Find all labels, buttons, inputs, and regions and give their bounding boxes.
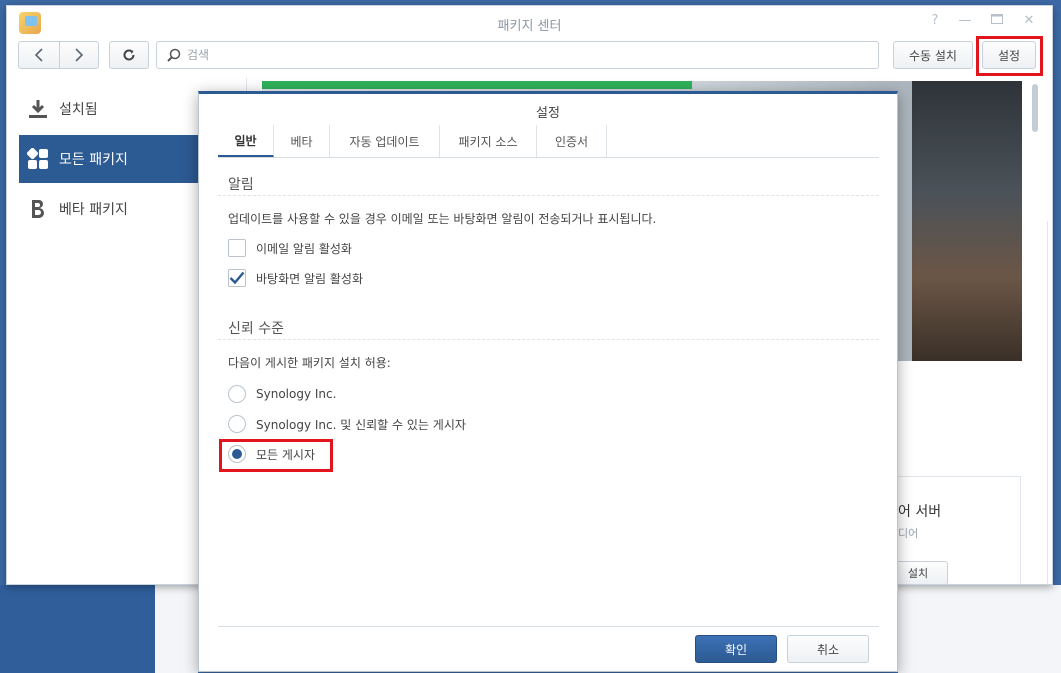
tab-auto-update[interactable]: 자동 업데이트 xyxy=(330,125,440,157)
tab-beta[interactable]: 베타 xyxy=(274,125,330,157)
settings-tabs: 일반 베타 자동 업데이트 패키지 소스 인증서 xyxy=(218,125,879,158)
sidebar-item-label: 설치됨 xyxy=(59,102,98,118)
trust-level-description: 다음이 게시한 패키지 설치 허용: xyxy=(228,356,391,370)
maximize-icon[interactable] xyxy=(989,13,1005,29)
download-icon xyxy=(27,98,49,120)
minimize-icon[interactable]: — xyxy=(957,13,973,29)
trust-synology-radio[interactable] xyxy=(228,385,246,403)
scrollbar[interactable] xyxy=(1032,84,1038,132)
footer-divider xyxy=(218,626,879,627)
search-input[interactable] xyxy=(187,48,847,62)
package-card[interactable]: 어 서버 디어 설치 xyxy=(887,476,1021,584)
package-card-title: 어 서버 xyxy=(898,504,942,520)
forward-button[interactable] xyxy=(58,42,99,68)
sidebar-item-label: 모든 패키지 xyxy=(59,152,128,168)
navigation-group xyxy=(18,41,99,69)
highlight-box-any-publisher xyxy=(219,439,333,472)
chevron-left-icon xyxy=(34,48,43,62)
chevron-right-icon xyxy=(75,48,83,62)
beta-icon xyxy=(27,198,49,220)
email-notification-checkbox[interactable] xyxy=(228,239,246,257)
desktop-background xyxy=(0,585,155,673)
close-icon[interactable]: ✕ xyxy=(1021,13,1037,29)
search-icon xyxy=(167,48,181,62)
tab-general[interactable]: 일반 xyxy=(218,125,274,157)
cancel-button[interactable]: 취소 xyxy=(787,635,869,663)
checkmark-icon xyxy=(229,271,245,285)
desktop-notification-label: 바탕화면 알림 활성화 xyxy=(256,271,363,286)
sidebar-item-label: 베타 패키지 xyxy=(59,202,128,218)
ok-button[interactable]: 확인 xyxy=(695,635,777,663)
toolbar: 수동 설치 설정 xyxy=(7,38,1052,78)
trust-synology-trusted-option[interactable]: Synology Inc. 및 신뢰할 수 있는 게시자 xyxy=(228,415,466,433)
manual-install-button[interactable]: 수동 설치 xyxy=(893,41,973,69)
tab-package-source[interactable]: 패키지 소스 xyxy=(440,125,537,157)
notifications-section-title: 알림 xyxy=(228,177,254,193)
trust-synology-label: Synology Inc. xyxy=(256,387,337,401)
notifications-description: 업데이트를 사용할 수 있을 경우 이메일 또는 바탕화면 알림이 전송되거나 … xyxy=(228,212,657,226)
trust-synology-option[interactable]: Synology Inc. xyxy=(228,385,336,403)
email-notification-option[interactable]: 이메일 알림 활성화 xyxy=(228,239,352,257)
trust-level-section-title: 신뢰 수준 xyxy=(228,321,284,337)
title-bar[interactable]: 패키지 센터 ? — ✕ xyxy=(7,6,1052,38)
window-title: 패키지 센터 xyxy=(497,19,562,34)
banner-photo xyxy=(912,81,1022,361)
highlight-box-settings xyxy=(976,36,1043,76)
grid-icon xyxy=(27,148,49,170)
right-panel xyxy=(1047,221,1052,584)
back-button[interactable] xyxy=(19,42,59,68)
help-icon[interactable]: ? xyxy=(927,13,943,29)
search-box xyxy=(156,41,879,69)
section-divider xyxy=(218,195,879,196)
desktop-background-panel xyxy=(155,585,198,673)
section-divider xyxy=(218,339,879,340)
desktop-notification-checkbox[interactable] xyxy=(228,269,246,287)
trust-synology-trusted-label: Synology Inc. 및 신뢰할 수 있는 게시자 xyxy=(256,417,466,432)
email-notification-label: 이메일 알림 활성화 xyxy=(256,241,352,256)
dialog-title: 설정 xyxy=(536,106,560,121)
desktop-notification-option[interactable]: 바탕화면 알림 활성화 xyxy=(228,269,363,287)
refresh-icon xyxy=(123,49,135,61)
tab-certificate[interactable]: 인증서 xyxy=(537,125,607,157)
banner-accent-strip xyxy=(262,81,692,89)
package-card-subtitle: 디어 xyxy=(898,527,919,540)
settings-dialog: 설정 일반 베타 자동 업데이트 패키지 소스 인증서 알림 업데이트를 사용할… xyxy=(198,91,898,672)
refresh-button[interactable] xyxy=(109,41,149,69)
desktop-background-panel-right xyxy=(898,585,1061,673)
trust-synology-trusted-radio[interactable] xyxy=(228,415,246,433)
